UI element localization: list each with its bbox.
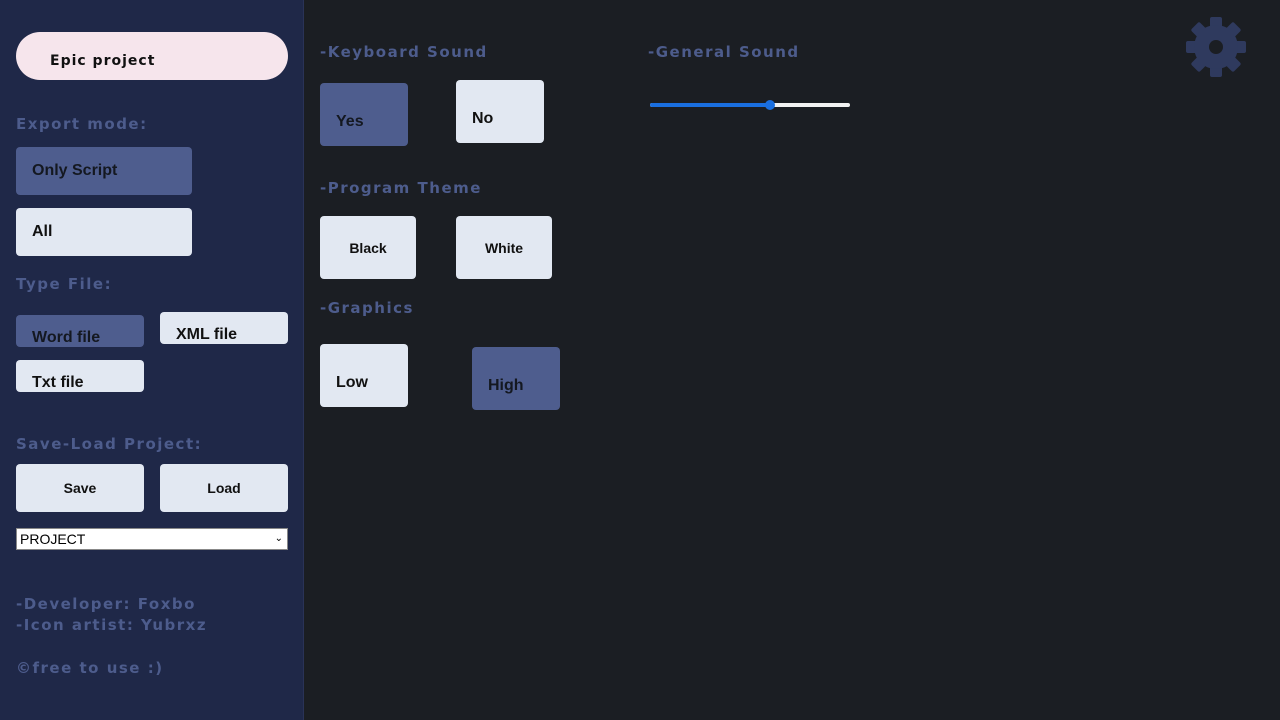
developer-credit: -Developer: Foxbo xyxy=(16,595,196,613)
type-file-label: Type File: xyxy=(16,275,113,293)
keyboard-sound-label: -Keyboard Sound xyxy=(320,43,488,61)
graphics-low-button[interactable]: Low xyxy=(320,344,408,407)
chevron-down-icon: ⌄ xyxy=(274,533,283,544)
export-only-script-button[interactable]: Only Script xyxy=(16,147,192,195)
project-name-button[interactable]: Epic project xyxy=(16,32,288,80)
load-button[interactable]: Load xyxy=(160,464,288,512)
license-text: ©free to use :) xyxy=(16,659,164,677)
word-file-button[interactable]: Word file xyxy=(16,315,144,347)
export-all-button[interactable]: All xyxy=(16,208,192,256)
keyboard-sound-no-button[interactable]: No xyxy=(456,80,544,143)
theme-black-button[interactable]: Black xyxy=(320,216,416,279)
slider-thumb[interactable] xyxy=(765,100,775,110)
general-sound-label: -General Sound xyxy=(648,43,800,61)
theme-white-button[interactable]: White xyxy=(456,216,552,279)
project-select[interactable]: PROJECT ⌄ xyxy=(16,528,288,550)
project-select-value: PROJECT xyxy=(20,531,86,547)
txt-file-button[interactable]: Txt file xyxy=(16,360,144,392)
gear-icon[interactable] xyxy=(1185,16,1247,78)
export-mode-label: Export mode: xyxy=(16,115,148,133)
graphics-high-button[interactable]: High xyxy=(472,347,560,410)
general-sound-slider[interactable] xyxy=(650,97,850,113)
program-theme-label: -Program Theme xyxy=(320,179,482,197)
slider-fill xyxy=(650,103,770,107)
sidebar: Epic project Export mode: Only Script Al… xyxy=(0,0,304,720)
save-button[interactable]: Save xyxy=(16,464,144,512)
keyboard-sound-yes-button[interactable]: Yes xyxy=(320,83,408,146)
save-load-label: Save-Load Project: xyxy=(16,435,203,453)
icon-artist-credit: -Icon artist: Yubrxz xyxy=(16,616,208,634)
xml-file-button[interactable]: XML file xyxy=(160,312,288,344)
graphics-label: -Graphics xyxy=(320,299,414,317)
